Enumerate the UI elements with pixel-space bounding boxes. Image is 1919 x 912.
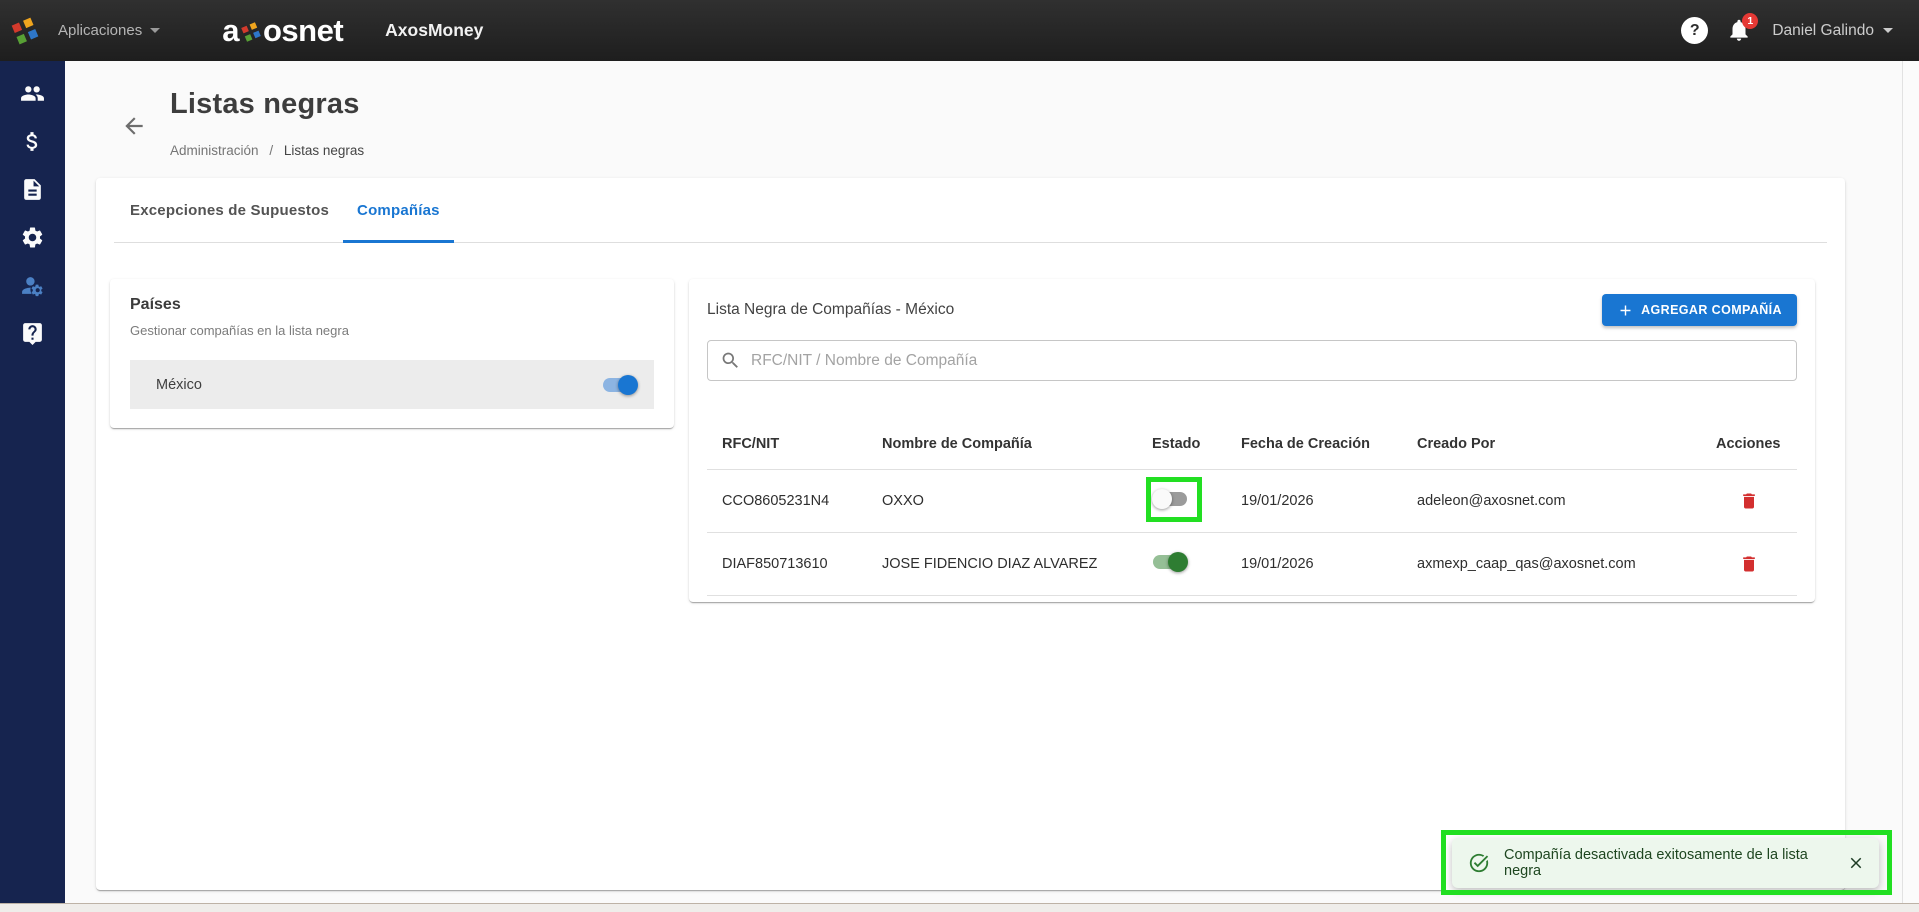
column-header-rfc: RFC/NIT	[722, 436, 780, 452]
breadcrumb: Administración / Listas negras	[170, 143, 364, 158]
table-row: DIAF850713610 JOSE FIDENCIO DIAZ ALVAREZ…	[707, 533, 1797, 596]
dollar-icon	[26, 131, 38, 151]
breadcrumb-parent[interactable]: Administración	[170, 143, 259, 158]
toast-message: Compañía desactivada exitosamente de la …	[1504, 847, 1808, 879]
document-icon	[24, 178, 41, 200]
notifications-button[interactable]: 1	[1726, 12, 1759, 45]
back-button[interactable]	[120, 113, 148, 141]
tab-companias[interactable]: Compañías	[343, 178, 454, 243]
status-toggle-oxxo[interactable]	[1152, 488, 1188, 509]
main-content-area: Listas negras Administración / Listas ne…	[65, 61, 1919, 912]
status-toggle-jose-fidencio[interactable]	[1152, 551, 1188, 572]
country-row-mexico: México	[130, 360, 654, 409]
table-header-row: RFC/NIT Nombre de Compañía Estado Fecha …	[707, 419, 1797, 470]
vertical-scrollbar[interactable]	[1902, 61, 1919, 903]
tab-bar: Excepciones de Supuestos Compañías	[96, 178, 1845, 243]
company-search-input[interactable]	[751, 351, 1784, 370]
cell-created-by: adeleon@axosnet.com	[1417, 493, 1566, 509]
sidebar-item-settings[interactable]	[0, 213, 65, 261]
company-blacklist-panel: Lista Negra de Compañías - México AGREGA…	[689, 279, 1815, 602]
countries-panel-subtitle: Gestionar compañías en la lista negra	[130, 323, 349, 338]
help-bubble-icon	[23, 322, 42, 345]
close-icon	[1850, 857, 1862, 869]
country-toggle-mexico[interactable]	[602, 374, 638, 395]
column-header-company: Nombre de Compañía	[882, 436, 1032, 452]
column-header-created-date: Fecha de Creación	[1241, 436, 1370, 452]
column-header-status: Estado	[1152, 436, 1201, 452]
sidebar-item-money[interactable]	[0, 117, 65, 165]
breadcrumb-current: Listas negras	[283, 143, 365, 158]
applications-menu-button[interactable]: Aplicaciones	[58, 22, 161, 39]
page-title: Listas negras	[170, 88, 360, 120]
tab-excepciones-de-supuestos[interactable]: Excepciones de Supuestos	[116, 178, 343, 243]
search-icon	[722, 352, 738, 368]
logo-asterisk-icon	[241, 21, 261, 42]
notification-badge: 1	[1742, 12, 1759, 29]
trash-icon	[1743, 493, 1755, 509]
user-name: Daniel Galindo	[1772, 21, 1874, 39]
add-company-button[interactable]: AGREGAR COMPAÑÍA	[1602, 294, 1797, 326]
cell-created-date: 19/01/2026	[1241, 493, 1314, 509]
applications-menu-label: Aplicaciones	[58, 22, 143, 39]
column-header-created-by: Creado Por	[1417, 436, 1496, 452]
trash-icon	[1743, 556, 1755, 572]
success-toast: Compañía desactivada exitosamente de la …	[1452, 838, 1879, 888]
sidebar-item-documents[interactable]	[0, 165, 65, 213]
arrow-back-icon	[125, 117, 143, 135]
cell-created-by: axmexp_caap_qas@axosnet.com	[1417, 556, 1636, 572]
user-menu-button[interactable]: Daniel Galindo	[1772, 22, 1893, 40]
add-company-button-label: AGREGAR COMPAÑÍA	[1641, 303, 1782, 317]
countries-panel: Países Gestionar compañías en la lista n…	[110, 279, 674, 428]
company-table: RFC/NIT Nombre de Compañía Estado Fecha …	[707, 419, 1797, 596]
cell-company: JOSE FIDENCIO DIAZ ALVAREZ	[882, 556, 1098, 572]
country-name: México	[156, 376, 202, 393]
toggle-knob	[618, 374, 638, 395]
axosnet-logo[interactable]: a osnet	[222, 13, 343, 49]
blacklist-panel-title: Lista Negra de Compañías - México	[707, 301, 955, 318]
table-row: CCO8605231N4 OXXO 19/01/2026 adeleon@axo…	[707, 470, 1797, 533]
toast-close-button[interactable]	[1847, 854, 1865, 872]
countries-panel-title: Países	[130, 296, 181, 313]
axosnet-pinwheel-icon	[11, 17, 39, 44]
plus-icon	[1620, 305, 1631, 315]
horizontal-scrollbar[interactable]	[0, 903, 1919, 912]
gear-icon	[22, 227, 43, 247]
people-icon	[21, 85, 44, 101]
top-navigation-bar: Aplicaciones a osnet AxosMoney ? 1 Danie…	[0, 0, 1919, 61]
logo-text-prefix: a	[222, 12, 239, 48]
app-name: AxosMoney	[385, 20, 484, 40]
toggle-knob	[1168, 551, 1188, 572]
left-sidebar	[0, 61, 65, 903]
delete-company-button[interactable]	[1701, 554, 1797, 574]
help-button[interactable]: ?	[1681, 17, 1709, 44]
blacklists-card: Excepciones de Supuestos Compañías Paíse…	[96, 178, 1845, 890]
check-circle-icon	[1469, 853, 1489, 873]
cell-company: OXXO	[882, 493, 924, 509]
cell-created-date: 19/01/2026	[1241, 556, 1314, 572]
delete-company-button[interactable]	[1701, 491, 1797, 511]
user-settings-icon	[22, 276, 43, 296]
column-header-actions: Acciones	[1716, 436, 1781, 452]
cell-rfc: CCO8605231N4	[722, 493, 830, 509]
sidebar-item-people[interactable]	[0, 69, 65, 117]
caret-down-icon	[1883, 28, 1893, 33]
caret-down-icon	[150, 28, 161, 33]
logo-text-suffix: osnet	[262, 12, 344, 48]
breadcrumb-separator: /	[269, 143, 274, 158]
question-mark-icon: ?	[1689, 21, 1700, 39]
cell-rfc: DIAF850713610	[722, 556, 828, 572]
sidebar-item-user-management[interactable]	[0, 261, 65, 309]
sidebar-item-help[interactable]	[0, 309, 65, 357]
toggle-knob	[1152, 488, 1172, 509]
company-search-box	[707, 340, 1797, 381]
